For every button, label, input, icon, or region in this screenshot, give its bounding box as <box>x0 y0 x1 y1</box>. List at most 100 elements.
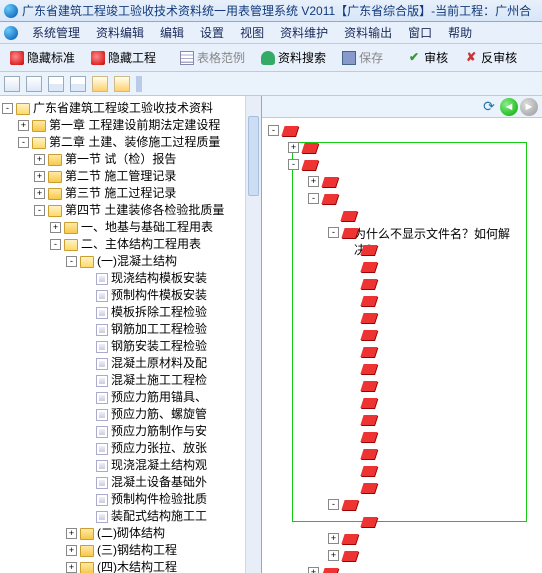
right-tree-item[interactable] <box>268 411 379 428</box>
tree-leaf[interactable]: 钢筋安装工程检验 <box>82 338 259 355</box>
tree-ch2-3[interactable]: +第三节 施工过程记录 <box>34 185 259 202</box>
collapse-icon[interactable]: - <box>268 125 279 136</box>
tree-leaf[interactable]: 现浇混凝土结构观 <box>82 457 259 474</box>
expand-icon[interactable]: + <box>34 154 45 165</box>
right-tree-item[interactable] <box>268 428 379 445</box>
tree-root[interactable]: -广东省建筑工程竣工验收技术资料 <box>2 100 259 117</box>
tree-ch2-4[interactable]: -第四节 土建装修各检验批质量 <box>34 202 259 219</box>
right-tree-item[interactable] <box>268 462 379 479</box>
expand-icon[interactable]: + <box>34 171 45 182</box>
tree-leaf[interactable]: 预应力筋制作与安 <box>82 423 259 440</box>
menu-edit[interactable]: 编辑 <box>152 22 192 43</box>
nav-forward-button[interactable]: ► <box>520 98 538 116</box>
new-doc-icon[interactable] <box>4 76 20 92</box>
right-tree-item[interactable] <box>268 343 379 360</box>
btn-hide-standard[interactable]: 隐藏标准 <box>4 47 81 68</box>
tree-ch1[interactable]: +第一章 工程建设前期法定建设程 <box>18 117 259 134</box>
tree-ch2-1[interactable]: +第一节 试（检）报告 <box>34 151 259 168</box>
copy-icon[interactable] <box>48 76 64 92</box>
tree-leaf[interactable]: 混凝土设备基础外 <box>82 474 259 491</box>
collapse-icon[interactable]: - <box>2 103 13 114</box>
right-tree-item[interactable] <box>268 479 379 496</box>
collapse-icon[interactable]: - <box>288 159 299 170</box>
right-tree-item[interactable] <box>268 360 379 377</box>
tree-leaf[interactable]: 预应力张拉、放张 <box>82 440 259 457</box>
document-tree[interactable]: -广东省建筑工程竣工验收技术资料 +第一章 工程建设前期法定建设程 -第二章 土… <box>0 96 261 573</box>
menu-maintain[interactable]: 资料维护 <box>272 22 336 43</box>
nav-back-button[interactable]: ◄ <box>500 98 518 116</box>
splitter-grip[interactable] <box>136 76 142 92</box>
tree-ch2-2[interactable]: +第二节 施工管理记录 <box>34 168 259 185</box>
expand-icon[interactable]: + <box>308 176 319 187</box>
right-tree-item[interactable] <box>268 377 379 394</box>
tree-ch2-4-2[interactable]: -二、主体结构工程用表 <box>50 236 259 253</box>
tree-leaf[interactable]: 混凝土施工工程检 <box>82 372 259 389</box>
right-tree-item[interactable]: - <box>268 122 379 139</box>
btn-search[interactable]: 资料搜索 <box>255 47 332 68</box>
tree-leaf[interactable]: 模板拆除工程检验 <box>82 304 259 321</box>
right-tree-item[interactable] <box>268 513 379 530</box>
right-tree-item[interactable]: - <box>268 190 379 207</box>
right-tree-item[interactable] <box>268 326 379 343</box>
open-icon[interactable] <box>26 76 42 92</box>
right-tree-item[interactable]: + <box>268 173 379 190</box>
expand-icon[interactable]: + <box>50 222 61 233</box>
cut-icon[interactable] <box>70 76 86 92</box>
menu-view[interactable]: 视图 <box>232 22 272 43</box>
btn-hide-project[interactable]: 隐藏工程 <box>85 47 162 68</box>
tree-leaf[interactable]: 现浇结构模板安装 <box>82 270 259 287</box>
right-tree-item[interactable]: - <box>268 224 379 241</box>
tree-ch2[interactable]: -第二章 土建、装修施工过程质量 <box>18 134 259 151</box>
menu-help[interactable]: 帮助 <box>440 22 480 43</box>
expand-icon[interactable]: + <box>66 545 77 556</box>
expand-icon[interactable]: + <box>18 120 29 131</box>
tree-ch2-4-2-1[interactable]: -(一)混凝土结构 <box>66 253 259 270</box>
right-tree-item[interactable] <box>268 275 379 292</box>
collapse-icon[interactable]: - <box>328 227 339 238</box>
btn-stats[interactable]: Σ统计 <box>535 47 542 68</box>
menu-data-edit[interactable]: 资料编辑 <box>88 22 152 43</box>
menu-output[interactable]: 资料输出 <box>336 22 400 43</box>
expand-icon[interactable]: + <box>66 528 77 539</box>
right-tree-item[interactable] <box>268 309 379 326</box>
expand-icon[interactable]: + <box>308 567 319 573</box>
right-tree-item[interactable]: + <box>268 139 379 156</box>
right-tree-item[interactable]: - <box>268 496 379 513</box>
tree-leaf[interactable]: 装配式结构施工工 <box>82 508 259 525</box>
right-tree-item[interactable]: + <box>268 547 379 564</box>
scrollbar-thumb[interactable] <box>248 116 259 196</box>
collapse-icon[interactable]: - <box>328 499 339 510</box>
right-item-tree[interactable]: -+-+---++++ <box>268 122 379 573</box>
right-tree-item[interactable] <box>268 445 379 462</box>
tree-ch2-4-2-4[interactable]: +(四)木结构工程 <box>66 559 259 573</box>
tree-leaf[interactable]: 预应力筋用锚具、 <box>82 389 259 406</box>
tree-leaf[interactable]: 钢筋加工工程检验 <box>82 321 259 338</box>
collapse-icon[interactable]: - <box>50 239 61 250</box>
tree-leaf[interactable]: 预制构件检验批质 <box>82 491 259 508</box>
btn-review[interactable]: ✔审核 <box>401 47 454 68</box>
expand-icon[interactable]: + <box>34 188 45 199</box>
btn-table-demo[interactable]: 表格范例 <box>174 47 251 68</box>
menu-system[interactable]: 系统管理 <box>24 22 88 43</box>
right-tree-item[interactable] <box>268 207 379 224</box>
folder-icon[interactable] <box>114 76 130 92</box>
btn-unreview[interactable]: ✘反审核 <box>458 47 523 68</box>
expand-icon[interactable]: + <box>288 142 299 153</box>
menu-settings[interactable]: 设置 <box>192 22 232 43</box>
right-tree-item[interactable]: + <box>268 530 379 547</box>
right-tree-item[interactable]: + <box>268 564 379 573</box>
expand-icon[interactable]: + <box>328 533 339 544</box>
expand-icon[interactable]: + <box>328 550 339 561</box>
expand-icon[interactable]: + <box>66 562 77 573</box>
right-tree-item[interactable] <box>268 241 379 258</box>
right-tree-item[interactable] <box>268 394 379 411</box>
right-tree-item[interactable]: - <box>268 156 379 173</box>
collapse-icon[interactable]: - <box>18 137 29 148</box>
btn-save[interactable]: 保存 <box>336 47 389 68</box>
collapse-icon[interactable]: - <box>66 256 77 267</box>
menu-window[interactable]: 窗口 <box>400 22 440 43</box>
tree-leaf[interactable]: 预制构件模板安装 <box>82 287 259 304</box>
collapse-icon[interactable]: - <box>34 205 45 216</box>
tree-leaf[interactable]: 预应力筋、螺旋管 <box>82 406 259 423</box>
tree-leaf[interactable]: 混凝土原材料及配 <box>82 355 259 372</box>
